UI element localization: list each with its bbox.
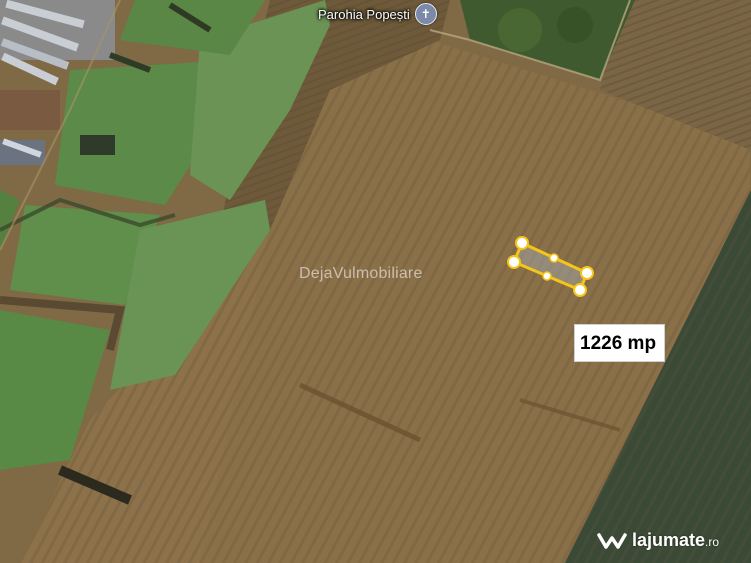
parcel-shape <box>512 240 589 292</box>
vertex-handle <box>515 236 529 250</box>
parcel-outline[interactable] <box>0 0 751 563</box>
vertex-handle <box>573 283 587 297</box>
area-label: 1226 mp <box>574 324 666 362</box>
logo-text: lajumate.ro <box>632 530 719 551</box>
satellite-map[interactable]: Parohia Popești ✝ DejaVulmobiliare 1226 … <box>0 0 751 563</box>
site-logo: lajumate.ro <box>597 530 719 551</box>
lajumate-logo-icon <box>597 532 627 549</box>
midpoint-handle <box>542 271 552 281</box>
midpoint-handle <box>549 253 559 263</box>
logo-name: lajumate <box>632 530 706 550</box>
logo-tld: .ro <box>705 535 720 549</box>
vertex-handle <box>580 266 594 280</box>
vertex-handle <box>507 255 521 269</box>
